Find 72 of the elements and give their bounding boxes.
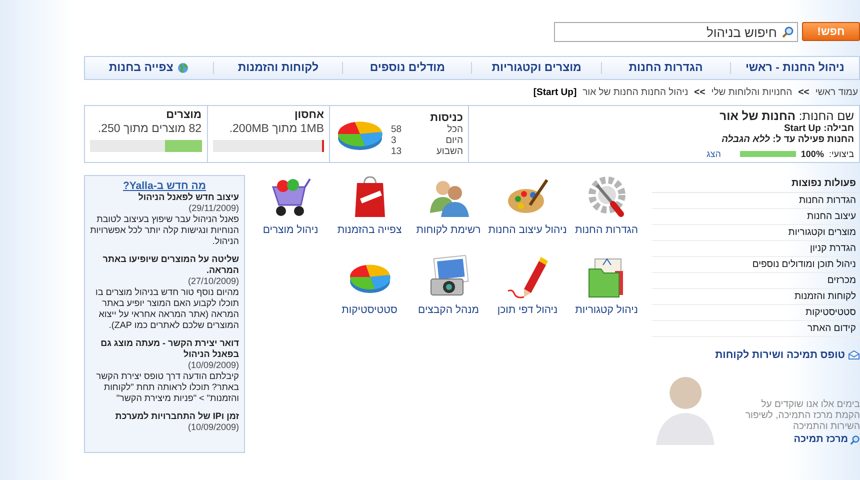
sidebar-item[interactable]: מכרזים (652, 273, 860, 289)
nav-tab[interactable]: מוצרים וקטגוריות (471, 62, 601, 74)
breadcrumb-link[interactable]: ניהול החנות החנות של אור (582, 87, 688, 98)
sidebar-item[interactable]: לקוחות והזמנות (652, 289, 860, 305)
tool-link[interactable]: רשימת לקוחות (409, 175, 488, 253)
news-text: פאנל הניהול עבר שיפוץ בעיצוב לטובת הנוחיות ונגישות קלה יותר לכל אפשרויות הניהול. (90, 214, 239, 247)
performance-bar (740, 151, 796, 157)
news-headline: שליטה על המוצרים שיופיעו באתר המראה. (102, 254, 239, 276)
sidebar-item[interactable]: ניהול תוכן ומודולים נוספים (652, 257, 860, 273)
visits-count: 3 (391, 134, 396, 146)
sidebar-item[interactable]: הגדרת קניון (652, 241, 860, 257)
storage-usage: 1MB מתוך 200MB. (228, 123, 324, 135)
news-text: קיבלתם הודעה דרך טופס יצירת הקשר באתר? תוכלו לראותה תחת "לקוחות והזמנות" > "פניות מיצירת הקשר" (95, 371, 239, 404)
tool-link[interactable]: סטטיסטיקות (330, 255, 409, 333)
products-usage: 82 מוצרים מתוך 250. (96, 123, 202, 135)
envelope-icon (848, 350, 860, 360)
sidebar-item[interactable]: הגדרות החנות (652, 193, 860, 209)
tool-link[interactable]: ניהול עיצוב החנות (488, 175, 567, 253)
news-headline: עיצוב חדש לפאנל הניהול (137, 192, 239, 203)
active-value: ללא הגבלה (722, 134, 770, 145)
globe-icon (177, 62, 190, 74)
show-link[interactable]: הצג (706, 149, 721, 159)
pencil-icon (506, 255, 550, 299)
news-date: (10/09/2009) (186, 422, 239, 433)
visits-label: היום (446, 134, 463, 146)
news-date: (27/10/2009) (186, 276, 239, 287)
sidebar-title: פעולות נפוצות (652, 175, 860, 193)
search-icon (850, 434, 860, 444)
breadcrumb-link[interactable]: עמוד ראשי (815, 87, 858, 98)
performance-label: ביצועי: (828, 149, 854, 159)
tool-link[interactable]: מנהל הקבצים (409, 255, 488, 333)
tool-link[interactable]: ניהול דפי תוכן (488, 255, 567, 333)
sidebar-item[interactable]: קידום האתר (652, 321, 860, 337)
breadcrumb-link[interactable]: החנויות והלוחות שלי (711, 87, 792, 98)
active-label: החנות פעילה עד ל: (772, 134, 854, 145)
sidebar-item[interactable]: מוצרים וקטגוריות (652, 225, 860, 241)
package-label: חבילה: (824, 123, 854, 134)
nav-tab[interactable]: צפייה בחנות (84, 62, 214, 74)
store-name: החנות של אור (720, 109, 796, 123)
visits-label: הכל (447, 124, 463, 134)
news-headline: דואר יצירת הקשר - מעתה מוצג גם בפאנל הניהול (100, 338, 239, 360)
tool-link[interactable]: צפייה בהזמנות (330, 175, 409, 253)
sidebar-item[interactable]: עיצוב החנות (652, 209, 860, 225)
nav-tab[interactable]: ניהול החנות - ראשי (730, 62, 859, 74)
news-date: (29/11/2009) (188, 203, 239, 214)
support-text: בימים אלו אנו שוקדים על הקמת מרכז התמיכה, לשיפור השירות והתמיכה (744, 399, 860, 432)
visits-count: 13 (391, 146, 402, 156)
news-text: מהיום נוסף טור חדש בניהול מוצרים בו תוכלו לקבוע האם המוצר יופיע באתר המראה (אתר המראה אחראי על ייצוא המוצרים שלכם לאתרים כמו ZAP). (94, 287, 239, 331)
news-date: (10/09/2009) (186, 360, 239, 371)
news-title-link[interactable]: מה חדש ב-Yalla? (90, 180, 239, 192)
tool-link[interactable]: ניהול קטגוריות (567, 255, 646, 333)
tool-link[interactable]: הגדרות החנות (567, 175, 646, 253)
storage-title: אחסון (293, 109, 324, 121)
visits-count: 58 (391, 124, 402, 134)
tool-link[interactable]: ניהול מוצרים (251, 175, 330, 253)
breadcrumb-separator: >> (694, 87, 706, 98)
performance-value: 100% (800, 149, 824, 159)
products-title: מוצרים (165, 109, 202, 121)
nav-tab[interactable]: לקוחות והזמנות (213, 62, 342, 74)
search-field[interactable]: חיפוש בניהול (554, 22, 798, 42)
package-value: Start Up (784, 123, 821, 134)
support-form-link[interactable]: טופס תמיכה ושירות לקוחות (715, 349, 845, 361)
support-center-link[interactable]: מרכז תמיכה (742, 434, 860, 445)
store-name-label: שם החנות: (798, 109, 854, 123)
visits-label: השבוע (436, 146, 463, 156)
news-headline: זמן וIP של התחברויות למערכת (114, 411, 239, 422)
package-tag: [Start Up] (533, 87, 577, 98)
visits-title: כניסות (429, 112, 463, 124)
nav-tab[interactable]: הגדרות החנות (600, 62, 730, 74)
sidebar-item[interactable]: סטטיסטיקות (652, 305, 860, 321)
breadcrumb-separator: >> (798, 87, 810, 98)
nav-tab[interactable]: מודלים נוספים (342, 62, 472, 74)
